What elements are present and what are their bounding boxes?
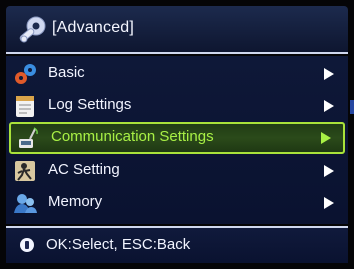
chevron-right-icon <box>324 100 334 112</box>
basic-settings-icon <box>15 64 36 84</box>
menu-item-label: Communication Settings <box>51 128 214 145</box>
settings-wrench-icon <box>19 16 46 43</box>
menu-item-basic[interactable]: Basic <box>6 58 348 90</box>
chevron-right-icon <box>324 68 334 80</box>
key-hint: OK:Select, ESC:Back <box>46 236 191 253</box>
footer-bar: OK:Select, ESC:Back <box>6 228 348 263</box>
page-title: [Advanced] <box>52 19 135 36</box>
menu-item-ac-setting[interactable]: AC Setting <box>6 155 348 187</box>
log-settings-icon <box>16 96 34 117</box>
access-control-icon <box>15 161 35 181</box>
chevron-right-icon <box>324 197 334 209</box>
communication-icon <box>19 127 38 148</box>
title-bar: [Advanced] <box>6 6 348 52</box>
menu-item-label: Basic <box>48 64 85 81</box>
memory-icon <box>14 194 37 213</box>
device-screen: [Advanced] Basic Log Settings Communicat… <box>0 0 354 269</box>
menu-item-communication-settings[interactable]: Communication Settings <box>9 122 345 154</box>
menu-item-label: Log Settings <box>48 96 132 113</box>
advanced-menu: Basic Log Settings Communication Setting… <box>6 56 348 224</box>
menu-item-label: Memory <box>48 193 103 210</box>
chevron-right-icon <box>324 165 334 177</box>
title-divider <box>6 52 348 54</box>
menu-item-log-settings[interactable]: Log Settings <box>6 90 348 122</box>
info-icon <box>20 238 34 252</box>
scroll-indicator <box>350 100 354 114</box>
menu-item-label: AC Setting <box>48 161 120 178</box>
chevron-right-icon <box>321 132 331 144</box>
menu-item-memory[interactable]: Memory <box>6 187 348 219</box>
